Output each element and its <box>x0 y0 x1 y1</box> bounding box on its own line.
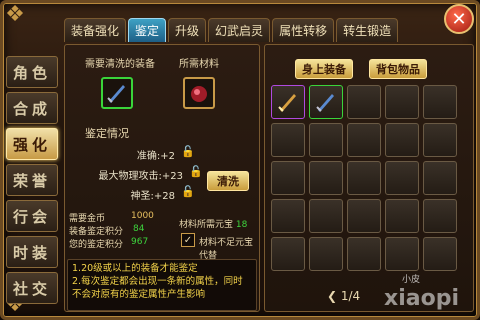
watermark-small: 小皮 <box>402 275 421 285</box>
inventory-slot[interactable] <box>309 161 343 195</box>
inventory-slot[interactable] <box>423 237 457 271</box>
inventory-slot[interactable] <box>385 123 419 157</box>
material-cost-row: 材料所需元宝 18 <box>179 217 247 230</box>
your-points-label: 您的鉴定积分 <box>69 240 124 250</box>
points-cost-label: 装备鉴定积分 <box>69 227 124 237</box>
gem-icon <box>187 81 211 105</box>
inventory-slot[interactable] <box>385 237 419 271</box>
material-label: 所需材料 <box>179 59 219 70</box>
inventory-slot[interactable] <box>309 85 343 119</box>
stat-max-physical-attack: 最大物理攻击:+23 <box>98 171 183 182</box>
tab-rebirth-forge[interactable]: 转生锻造 <box>336 18 399 42</box>
note-line: 2.每次鉴定都会出现一条新的属性，同时 <box>72 276 243 287</box>
sword-icon <box>314 90 338 114</box>
sword-icon <box>276 90 300 114</box>
sidebar-item-honor[interactable]: 荣誉 <box>6 164 58 196</box>
inventory-slot[interactable] <box>271 85 305 119</box>
inventory-slot[interactable] <box>423 123 457 157</box>
material-cost-number: 18 <box>235 220 248 230</box>
your-points-number: 967 <box>131 237 149 247</box>
corner-ornament-icon: ❖ <box>5 2 25 27</box>
rules-notes: 1.20级或以上的装备才能鉴定 2.每次鉴定都会出现一条新的属性，同时 不会对原… <box>67 259 257 311</box>
sidebar-item-synthesis[interactable]: 合成 <box>6 92 58 124</box>
inventory-slot[interactable] <box>423 161 457 195</box>
tab-equipped-items[interactable]: 身上装备 <box>295 59 353 79</box>
inventory-slot[interactable] <box>423 85 457 119</box>
gold-cost-row: 需要金币 <box>69 211 105 224</box>
inventory-slot[interactable] <box>309 123 343 157</box>
tab-equip-enhance[interactable]: 装备强化 <box>64 18 127 42</box>
inventory-slot[interactable] <box>385 161 419 195</box>
sword-icon <box>105 81 129 105</box>
points-cost-number: 84 <box>133 224 145 234</box>
lock-icon[interactable]: 🔓 <box>181 185 195 198</box>
inventory-slot[interactable] <box>347 161 381 195</box>
inventory-slot[interactable] <box>271 199 305 233</box>
watermark-logo: xiaopi <box>384 286 459 311</box>
points-cost-value: 84 <box>133 224 144 234</box>
tab-upgrade[interactable]: 升级 <box>168 18 207 42</box>
wash-button[interactable]: 清洗 <box>207 171 249 191</box>
stat-accuracy: 准确:+2 <box>136 151 175 162</box>
tab-attribute-transfer[interactable]: 属性转移 <box>272 18 335 42</box>
lock-icon[interactable]: 🔓 <box>181 145 195 158</box>
inventory-slot[interactable] <box>309 199 343 233</box>
note-line: 1.20级或以上的装备才能鉴定 <box>72 263 198 274</box>
tab-spirit-awaken[interactable]: 幻武启灵 <box>208 18 271 42</box>
lock-icon[interactable]: 🔓 <box>189 165 203 178</box>
tab-bag-items[interactable]: 背包物品 <box>369 59 427 79</box>
inventory-slot[interactable] <box>309 237 343 271</box>
side-nav: 角色 合成 强化 荣誉 行会 时装 社交 <box>6 56 60 308</box>
prev-page-icon[interactable]: ❮ <box>327 289 341 303</box>
sidebar-item-enhance[interactable]: 强化 <box>6 128 58 160</box>
equipment-slot[interactable] <box>101 77 133 109</box>
gold-cost-value: 1000 <box>131 211 154 221</box>
inventory-slot[interactable] <box>347 85 381 119</box>
identify-status-title: 鉴定情况 <box>85 127 129 140</box>
sidebar-item-fashion[interactable]: 时装 <box>6 236 58 268</box>
top-tab-bar: 装备强化 鉴定 升级 幻武启灵 属性转移 转生锻造 <box>64 18 400 42</box>
your-points-value: 967 <box>131 237 148 247</box>
inventory-slot[interactable] <box>423 199 457 233</box>
sidebar-item-guild[interactable]: 行会 <box>6 200 58 232</box>
gold-cost-number: 1000 <box>131 211 154 221</box>
your-points-row: 您的鉴定积分 <box>69 237 123 250</box>
close-button[interactable]: ✕ <box>444 4 474 34</box>
page-indicator: 1/4 <box>340 289 361 303</box>
tab-identify[interactable]: 鉴定 <box>128 18 167 42</box>
material-slot[interactable] <box>183 77 215 109</box>
sidebar-item-social[interactable]: 社交 <box>6 272 58 304</box>
inventory-slot[interactable] <box>385 199 419 233</box>
points-cost-row: 装备鉴定积分 <box>69 224 123 237</box>
pager: ❮ 1/4 <box>327 289 360 303</box>
gold-cost-label: 需要金币 <box>69 214 106 224</box>
sidebar-item-character[interactable]: 角色 <box>6 56 58 88</box>
identify-panel: 需要清洗的装备 所需材料 鉴定情况 准确:+2 🔓 最大物理攻击:+23 🔓 神… <box>64 44 260 312</box>
note-line: 不会对原有的鉴定属性产生影响 <box>72 289 206 300</box>
wash-equipment-label: 需要清洗的装备 <box>85 59 155 70</box>
inventory-slot[interactable] <box>347 199 381 233</box>
stat-holy: 神圣:+28 <box>130 191 175 202</box>
inventory-slot[interactable] <box>271 161 305 195</box>
substitute-checkbox[interactable]: ✓ <box>181 233 195 247</box>
inventory-slot[interactable] <box>347 123 381 157</box>
inventory-slot[interactable] <box>347 237 381 271</box>
substitute-label: 材料不足元宝代替 <box>199 235 259 261</box>
inventory-slot[interactable] <box>271 237 305 271</box>
inventory-slot[interactable] <box>271 123 305 157</box>
material-cost-label: 材料所需元宝 <box>179 220 234 230</box>
inventory-slot[interactable] <box>385 85 419 119</box>
substitute-text: 材料不足元宝代替 <box>199 238 254 261</box>
inventory-panel: 身上装备 背包物品 ❮ 1/4 <box>264 44 474 312</box>
